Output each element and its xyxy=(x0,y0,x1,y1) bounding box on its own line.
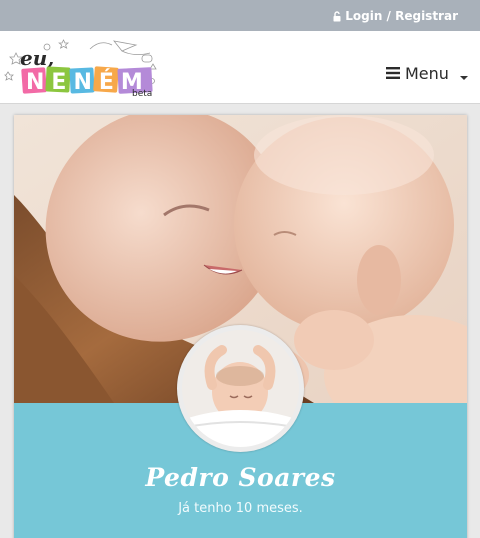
profile-card: Pedro Soares Já tenho 10 meses. xyxy=(14,115,467,538)
login-register-link[interactable]: Login / Registrar xyxy=(333,8,458,24)
svg-text:beta: beta xyxy=(132,89,152,99)
bars-icon xyxy=(386,67,400,79)
svg-text:eu,: eu, xyxy=(20,46,54,70)
chevron-down-icon xyxy=(459,76,468,80)
child-name: Pedro Soares xyxy=(145,463,336,492)
child-age: Já tenho 10 meses. xyxy=(178,501,303,516)
menu-button[interactable]: Menu xyxy=(386,61,468,85)
login-register-label: Login / Registrar xyxy=(345,9,458,23)
top-bar: Login / Registrar xyxy=(0,0,480,31)
site-header: eu, NENÉM beta Menu xyxy=(0,31,480,104)
site-logo[interactable]: eu, NENÉM beta xyxy=(2,35,170,99)
child-avatar[interactable] xyxy=(177,325,304,452)
avatar-photo xyxy=(182,330,299,447)
menu-label: Menu xyxy=(405,63,449,83)
lock-icon xyxy=(333,10,341,21)
